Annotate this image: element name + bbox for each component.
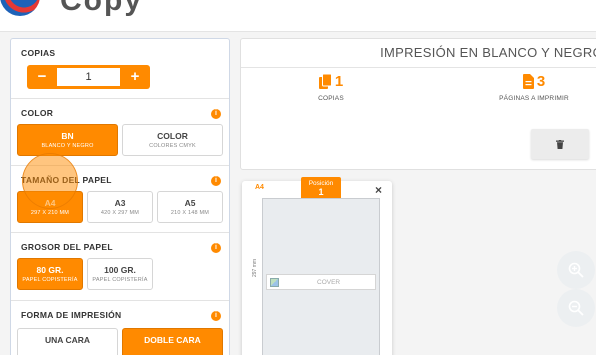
color-title: COLOR	[21, 108, 54, 118]
zoom-in-button[interactable]	[557, 251, 595, 289]
option-label: A4	[44, 198, 56, 208]
pages-label: PÁGINAS A IMPRIMIR	[499, 95, 569, 102]
summary-title: IMPRESIÓN EN BLANCO Y NEGRO	[380, 45, 596, 60]
option-sublabel: COLORES CMYK	[149, 143, 196, 149]
print-form-title: FORMA DE IMPRESIÓN	[21, 310, 122, 320]
close-icon[interactable]: ×	[375, 183, 382, 197]
page-dimension: 297 mm	[252, 258, 258, 277]
color-option-bn[interactable]: BN BLANCO Y NEGRO	[17, 124, 118, 156]
top-bar: Copy	[0, 0, 596, 32]
brand-name[interactable]: Copy	[60, 0, 143, 18]
zoom-out-button[interactable]	[557, 289, 595, 327]
image-alt-text: COVER	[317, 278, 341, 286]
copies-count: 1	[334, 73, 344, 90]
info-icon[interactable]: i	[211, 176, 221, 186]
copies-input[interactable]: 1	[57, 65, 120, 89]
paper-size-title: TAMAÑO DEL PAPEL	[21, 175, 112, 185]
copies-stepper: − 1 +	[27, 65, 150, 89]
zoom-out-icon	[568, 300, 584, 316]
paper-size-option-a3[interactable]: A3 420 X 297 MM	[87, 191, 153, 223]
option-sublabel: BLANCO Y NEGRO	[41, 143, 94, 149]
delete-button[interactable]	[531, 129, 589, 159]
paper-weight-option-80[interactable]: 80 GR. PAPEL COPISTERÍA	[17, 258, 83, 290]
option-label: 100 GR.	[104, 265, 136, 275]
option-label: COLOR	[157, 131, 188, 141]
option-label: 80 GR.	[36, 265, 64, 275]
option-label: A5	[184, 198, 196, 208]
print-options-panel: COPIAS − 1 + COLOR i BN BLANCO Y NEGRO C…	[10, 38, 230, 355]
paper-size-option-a5[interactable]: A5 210 X 148 MM	[157, 191, 223, 223]
print-form-option-single[interactable]: UNA CARA	[17, 328, 118, 355]
position-label: Posición	[308, 180, 334, 187]
copies-stat: 1 COPIAS	[301, 73, 361, 102]
position-value: 1	[318, 187, 324, 197]
option-sublabel: 420 X 297 MM	[100, 210, 140, 216]
copy-icon	[318, 74, 332, 89]
option-sublabel: 297 X 210 MM	[30, 210, 70, 216]
increase-copies-button[interactable]: +	[120, 65, 150, 89]
option-sublabel: PAPEL COPISTERÍA	[92, 277, 148, 283]
color-option-color[interactable]: COLOR COLORES CMYK	[122, 124, 223, 156]
trash-icon	[556, 139, 564, 149]
pages-stat: 3 PÁGINAS A IMPRIMIR	[484, 73, 584, 102]
option-label: UNA CARA	[44, 335, 90, 345]
logo-icon[interactable]	[0, 0, 40, 16]
paper-size-section: TAMAÑO DEL PAPEL i A4 297 X 210 MM A3 42…	[11, 166, 229, 233]
pages-count: 3	[536, 73, 546, 90]
divider	[0, 31, 596, 32]
info-icon[interactable]: i	[211, 243, 221, 253]
paper-weight-option-100[interactable]: 100 GR. PAPEL COPISTERÍA	[87, 258, 153, 290]
divider	[241, 67, 596, 68]
info-icon[interactable]: i	[211, 311, 221, 321]
copies-label: COPIAS	[318, 95, 344, 102]
broken-image-icon	[270, 277, 279, 287]
option-label: DOBLE CARA	[144, 335, 201, 345]
info-icon[interactable]: i	[211, 109, 221, 119]
file-icon	[522, 74, 534, 89]
zoom-in-icon	[568, 262, 584, 278]
copies-section: COPIAS − 1 +	[11, 39, 229, 99]
decrease-copies-button[interactable]: −	[27, 65, 57, 89]
color-section: COLOR i BN BLANCO Y NEGRO COLOR COLORES …	[11, 99, 229, 166]
cover-image: COVER	[266, 274, 376, 290]
option-label: BN	[61, 131, 74, 141]
print-form-option-double[interactable]: DOBLE CARA	[122, 328, 223, 355]
summary-card: IMPRESIÓN EN BLANCO Y NEGRO 1 COPIAS 3 P…	[240, 38, 596, 170]
option-sublabel: 210 X 148 MM	[170, 210, 210, 216]
page-size-badge: A4	[255, 184, 264, 191]
option-label: A3	[114, 198, 126, 208]
paper-size-option-a4[interactable]: A4 297 X 210 MM	[17, 191, 83, 223]
print-form-section: FORMA DE IMPRESIÓN i UNA CARA DOBLE CARA	[11, 301, 229, 355]
paper-weight-section: GROSOR DEL PAPEL i 80 GR. PAPEL COPISTER…	[11, 233, 229, 301]
option-sublabel: PAPEL COPISTERÍA	[22, 277, 78, 283]
copies-title: COPIAS	[21, 48, 56, 58]
page-preview-card[interactable]: A4 Posición 1 × 297 mm COVER	[242, 177, 392, 355]
paper-weight-title: GROSOR DEL PAPEL	[21, 242, 113, 252]
